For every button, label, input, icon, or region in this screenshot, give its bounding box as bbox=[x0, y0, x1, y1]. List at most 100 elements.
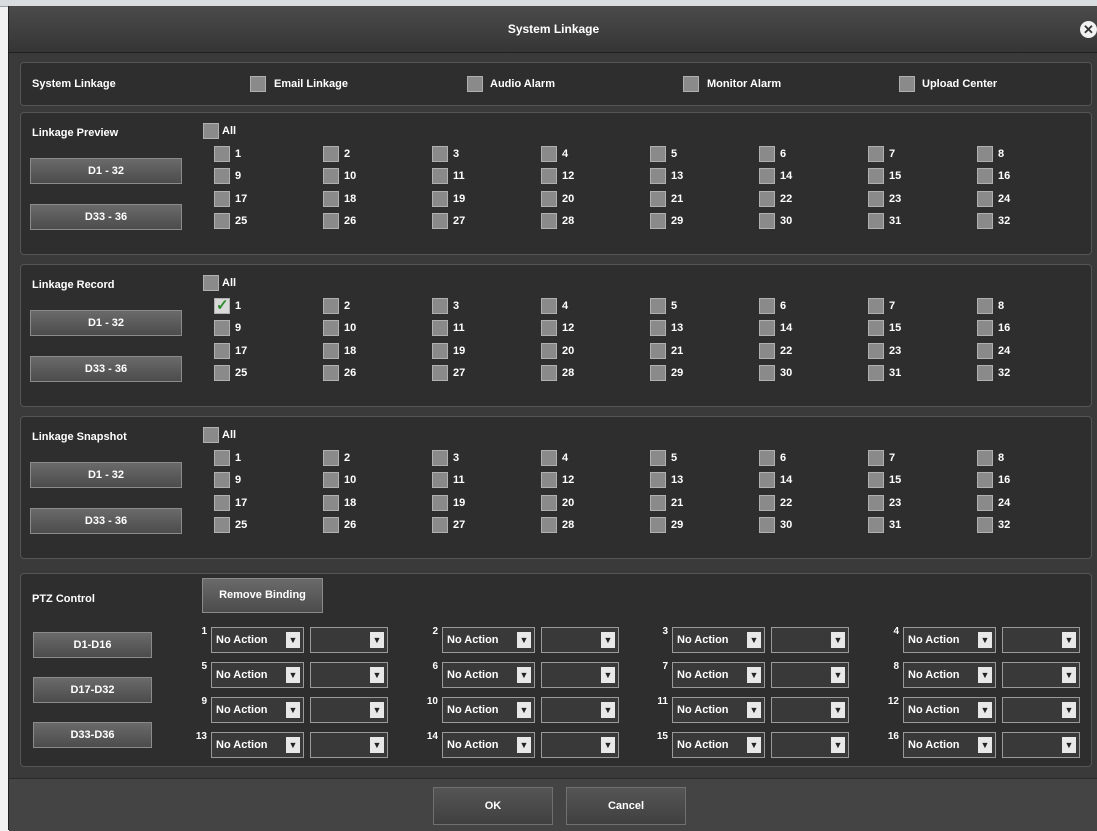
channel-checkbox[interactable] bbox=[977, 298, 993, 314]
channel-checkbox[interactable] bbox=[759, 168, 775, 184]
channel-checkbox[interactable] bbox=[214, 320, 230, 336]
channel-checkbox[interactable] bbox=[977, 365, 993, 381]
channel-checkbox[interactable] bbox=[214, 472, 230, 488]
channel-checkbox[interactable] bbox=[214, 146, 230, 162]
channel-checkbox[interactable] bbox=[977, 320, 993, 336]
ptz-action-select[interactable]: No Action ▼ bbox=[442, 732, 535, 758]
channel-checkbox[interactable] bbox=[323, 298, 339, 314]
ptz-action-select[interactable]: No Action ▼ bbox=[442, 662, 535, 688]
channel-checkbox[interactable] bbox=[541, 298, 557, 314]
ptz-preset-select[interactable]: ▼ bbox=[310, 697, 388, 723]
channel-checkbox[interactable] bbox=[650, 146, 666, 162]
channel-checkbox[interactable] bbox=[323, 517, 339, 533]
ptz-preset-select[interactable]: ▼ bbox=[310, 627, 388, 653]
ptz-action-select[interactable]: No Action ▼ bbox=[672, 627, 765, 653]
channel-checkbox[interactable] bbox=[868, 472, 884, 488]
channel-checkbox[interactable] bbox=[432, 213, 448, 229]
channel-checkbox[interactable] bbox=[759, 517, 775, 533]
channel-checkbox[interactable] bbox=[214, 296, 230, 314]
channel-range-tab[interactable]: D1 - 32 bbox=[30, 158, 182, 184]
audio-alarm-checkbox[interactable] bbox=[467, 76, 483, 92]
channel-checkbox[interactable] bbox=[868, 495, 884, 511]
channel-checkbox[interactable] bbox=[541, 365, 557, 381]
ptz-preset-select[interactable]: ▼ bbox=[541, 627, 619, 653]
upload-center-checkbox[interactable] bbox=[899, 76, 915, 92]
channel-checkbox[interactable] bbox=[759, 320, 775, 336]
channel-checkbox[interactable] bbox=[759, 343, 775, 359]
channel-checkbox[interactable] bbox=[432, 320, 448, 336]
channel-checkbox[interactable] bbox=[214, 495, 230, 511]
channel-checkbox[interactable] bbox=[541, 450, 557, 466]
ok-button[interactable]: OK bbox=[433, 787, 553, 825]
channel-checkbox[interactable] bbox=[650, 191, 666, 207]
ptz-preset-select[interactable]: ▼ bbox=[1002, 697, 1080, 723]
channel-checkbox[interactable] bbox=[759, 213, 775, 229]
channel-range-tab[interactable]: D33 - 36 bbox=[30, 356, 182, 382]
channel-checkbox[interactable] bbox=[323, 146, 339, 162]
ptz-preset-select[interactable]: ▼ bbox=[310, 662, 388, 688]
cancel-button[interactable]: Cancel bbox=[566, 787, 686, 825]
channel-checkbox[interactable] bbox=[541, 320, 557, 336]
channel-checkbox[interactable] bbox=[977, 472, 993, 488]
all-checkbox[interactable] bbox=[203, 123, 219, 139]
channel-checkbox[interactable] bbox=[432, 450, 448, 466]
all-checkbox[interactable] bbox=[203, 427, 219, 443]
channel-checkbox[interactable] bbox=[868, 213, 884, 229]
ptz-preset-select[interactable]: ▼ bbox=[310, 732, 388, 758]
channel-checkbox[interactable] bbox=[977, 495, 993, 511]
channel-checkbox[interactable] bbox=[541, 472, 557, 488]
channel-checkbox[interactable] bbox=[650, 320, 666, 336]
ptz-preset-select[interactable]: ▼ bbox=[541, 662, 619, 688]
ptz-preset-select[interactable]: ▼ bbox=[1002, 732, 1080, 758]
channel-checkbox[interactable] bbox=[868, 517, 884, 533]
channel-checkbox[interactable] bbox=[868, 320, 884, 336]
channel-checkbox[interactable] bbox=[541, 343, 557, 359]
channel-checkbox[interactable] bbox=[650, 472, 666, 488]
ptz-action-select[interactable]: No Action ▼ bbox=[442, 627, 535, 653]
channel-checkbox[interactable] bbox=[214, 365, 230, 381]
channel-checkbox[interactable] bbox=[650, 213, 666, 229]
channel-checkbox[interactable] bbox=[214, 213, 230, 229]
ptz-action-select[interactable]: No Action ▼ bbox=[211, 697, 304, 723]
channel-checkbox[interactable] bbox=[214, 343, 230, 359]
channel-checkbox[interactable] bbox=[432, 495, 448, 511]
ptz-action-select[interactable]: No Action ▼ bbox=[211, 627, 304, 653]
channel-checkbox[interactable] bbox=[977, 450, 993, 466]
ptz-action-select[interactable]: No Action ▼ bbox=[903, 697, 996, 723]
channel-checkbox[interactable] bbox=[650, 298, 666, 314]
ptz-preset-select[interactable]: ▼ bbox=[771, 732, 849, 758]
ptz-preset-select[interactable]: ▼ bbox=[771, 627, 849, 653]
channel-range-tab[interactable]: D33 - 36 bbox=[30, 204, 182, 230]
ptz-action-select[interactable]: No Action ▼ bbox=[672, 662, 765, 688]
channel-checkbox[interactable] bbox=[214, 450, 230, 466]
ptz-action-select[interactable]: No Action ▼ bbox=[672, 732, 765, 758]
channel-range-tab[interactable]: D1 - 32 bbox=[30, 310, 182, 336]
channel-checkbox[interactable] bbox=[868, 146, 884, 162]
ptz-preset-select[interactable]: ▼ bbox=[1002, 627, 1080, 653]
channel-checkbox[interactable] bbox=[323, 320, 339, 336]
channel-checkbox[interactable] bbox=[432, 146, 448, 162]
channel-checkbox[interactable] bbox=[323, 450, 339, 466]
channel-checkbox[interactable] bbox=[541, 213, 557, 229]
ptz-action-select[interactable]: No Action ▼ bbox=[903, 732, 996, 758]
ptz-tab-d1-d16[interactable]: D1-D16 bbox=[33, 632, 152, 658]
ptz-action-select[interactable]: No Action ▼ bbox=[211, 662, 304, 688]
ptz-preset-select[interactable]: ▼ bbox=[541, 697, 619, 723]
channel-checkbox[interactable] bbox=[432, 168, 448, 184]
close-icon[interactable]: ✕ bbox=[1080, 21, 1097, 38]
channel-checkbox[interactable] bbox=[650, 365, 666, 381]
channel-checkbox[interactable] bbox=[868, 450, 884, 466]
channel-checkbox[interactable] bbox=[541, 517, 557, 533]
channel-checkbox[interactable] bbox=[868, 191, 884, 207]
channel-checkbox[interactable] bbox=[650, 517, 666, 533]
channel-range-tab[interactable]: D1 - 32 bbox=[30, 462, 182, 488]
ptz-tab-d17-d32[interactable]: D17-D32 bbox=[33, 677, 152, 703]
channel-range-tab[interactable]: D33 - 36 bbox=[30, 508, 182, 534]
channel-checkbox[interactable] bbox=[759, 472, 775, 488]
channel-checkbox[interactable] bbox=[977, 191, 993, 207]
channel-checkbox[interactable] bbox=[759, 495, 775, 511]
channel-checkbox[interactable] bbox=[868, 168, 884, 184]
channel-checkbox[interactable] bbox=[977, 343, 993, 359]
channel-checkbox[interactable] bbox=[214, 191, 230, 207]
ptz-action-select[interactable]: No Action ▼ bbox=[903, 627, 996, 653]
